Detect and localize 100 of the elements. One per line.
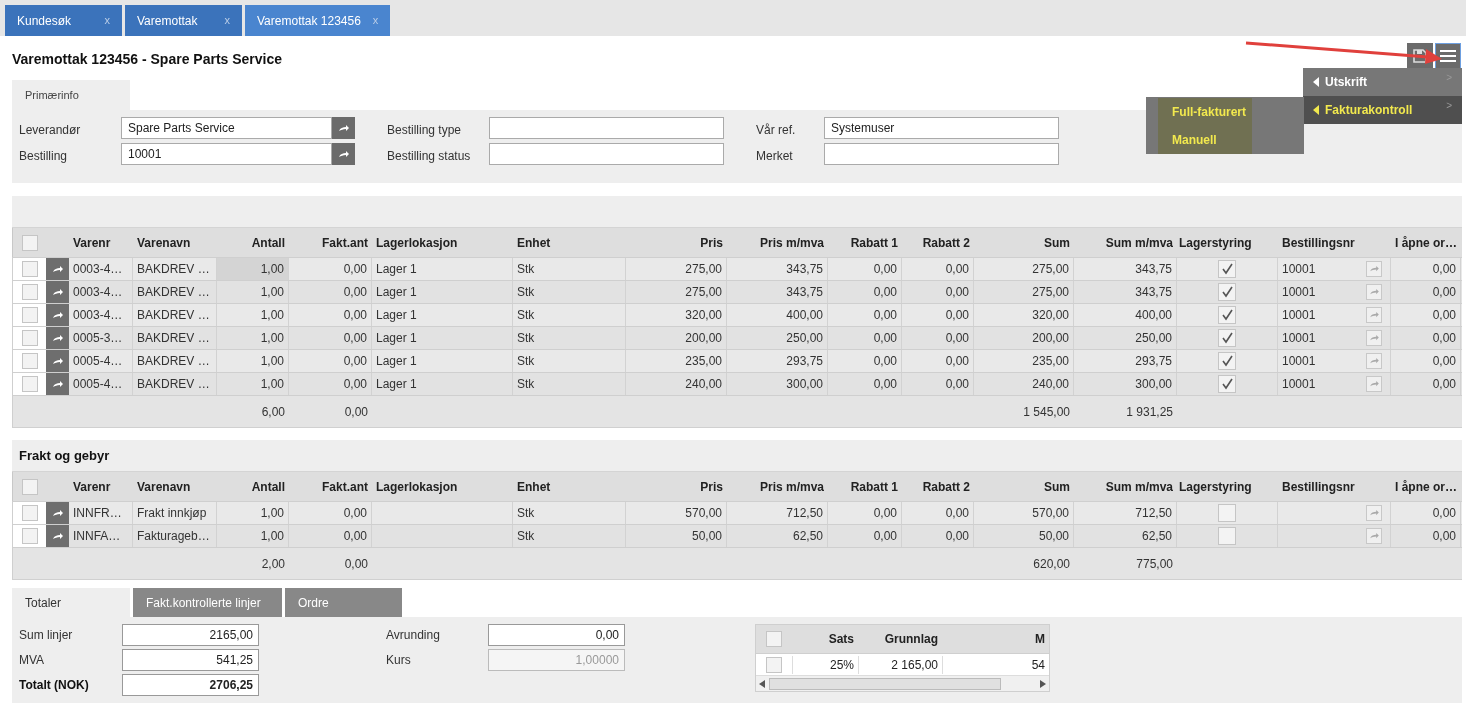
- tab[interactable]: Ordre: [285, 588, 402, 617]
- input-field[interactable]: 0,00: [488, 624, 625, 646]
- checkbox[interactable]: [1218, 329, 1236, 347]
- input-field[interactable]: 10001: [121, 143, 332, 165]
- checkbox[interactable]: [21, 234, 38, 251]
- row-link-button[interactable]: [46, 350, 69, 372]
- checkbox[interactable]: [21, 330, 38, 346]
- row-link-button[interactable]: [46, 373, 69, 395]
- column-header[interactable]: M: [942, 630, 1049, 648]
- table-cell-text: 10001: [1282, 307, 1316, 324]
- column-header[interactable]: Rabatt 2: [902, 233, 974, 252]
- checkbox[interactable]: [1218, 527, 1236, 545]
- table-cell: 1,00: [217, 258, 289, 280]
- checkbox[interactable]: [1218, 504, 1236, 522]
- input-field[interactable]: Systemuser: [824, 117, 1059, 139]
- row-link-button[interactable]: [46, 304, 69, 326]
- menu-item[interactable]: Utskrift >: [1303, 68, 1462, 96]
- tab[interactable]: Varemottak x: [125, 5, 242, 36]
- column-header[interactable]: Varenr: [69, 233, 133, 252]
- column-header[interactable]: Lagerlokasjon: [372, 477, 513, 496]
- row-link-button[interactable]: [46, 281, 69, 303]
- column-header[interactable]: Sum m/mva: [1074, 233, 1177, 252]
- column-header[interactable]: Lagerstyring: [1177, 477, 1278, 496]
- column-header[interactable]: Antall: [217, 477, 289, 496]
- check-icon: [1221, 355, 1233, 367]
- input-field[interactable]: [489, 117, 724, 139]
- column-header[interactable]: Lagerstyring: [1177, 233, 1278, 252]
- total-cell-text: 0,00: [343, 403, 369, 421]
- column-header[interactable]: I åpne or…: [1391, 477, 1461, 496]
- column-header[interactable]: Pris: [626, 233, 727, 252]
- column-header[interactable]: Antall: [217, 233, 289, 252]
- column-header[interactable]: Enhet: [513, 477, 626, 496]
- row-link-button[interactable]: [46, 502, 69, 524]
- triangle-icon: [1313, 105, 1319, 115]
- checkbox[interactable]: [1218, 375, 1236, 393]
- input-field[interactable]: [489, 143, 724, 165]
- tab[interactable]: Fakt.kontrollerte linjer: [133, 588, 282, 617]
- scrollbar[interactable]: [756, 675, 1049, 691]
- menu-item[interactable]: Fakturakontroll >: [1303, 96, 1462, 124]
- checkbox[interactable]: [21, 376, 38, 392]
- total-cell-text: 620,00: [1032, 555, 1071, 573]
- column-header[interactable]: Rabatt 1: [828, 477, 902, 496]
- link-button[interactable]: [332, 143, 355, 165]
- checkbox[interactable]: [21, 478, 38, 495]
- column-header[interactable]: Rabatt 2: [902, 477, 974, 496]
- checkbox[interactable]: [21, 528, 38, 544]
- checkbox[interactable]: [21, 261, 38, 277]
- column-header[interactable]: Grunnlag: [858, 630, 942, 648]
- tab[interactable]: Primærinfo: [12, 80, 130, 110]
- input-field[interactable]: 2706,25: [122, 674, 259, 696]
- column-header[interactable]: Bestillingsnr: [1278, 477, 1391, 496]
- column-header[interactable]: Varenr: [69, 477, 133, 496]
- column-header[interactable]: Pris: [626, 477, 727, 496]
- checkbox[interactable]: [1218, 352, 1236, 370]
- total-cell-text: 1 931,25: [1125, 403, 1174, 421]
- field-label: Kurs: [386, 652, 412, 669]
- column-header[interactable]: Pris m/mva: [727, 233, 828, 252]
- input-field[interactable]: [824, 143, 1059, 165]
- save-icon: [1413, 49, 1427, 63]
- tab[interactable]: Totaler: [12, 588, 130, 617]
- input-field[interactable]: 2165,00: [122, 624, 259, 646]
- column-header[interactable]: Enhet: [513, 233, 626, 252]
- chevron-icon: >: [1446, 70, 1452, 85]
- scroll-thumb[interactable]: [769, 677, 1001, 690]
- row-link-button[interactable]: [46, 327, 69, 349]
- tab[interactable]: Varemottak 123456 x: [245, 5, 391, 36]
- checkbox[interactable]: [766, 631, 782, 647]
- input-field[interactable]: Spare Parts Service: [121, 117, 332, 139]
- checkbox[interactable]: [21, 284, 38, 300]
- column-header[interactable]: I åpne or…: [1391, 233, 1461, 252]
- checkbox[interactable]: [21, 505, 38, 521]
- column-header[interactable]: Fakt.ant: [289, 233, 372, 252]
- column-header[interactable]: Sats: [792, 630, 858, 648]
- column-header[interactable]: Varenavn: [133, 477, 217, 496]
- checkbox[interactable]: [1218, 306, 1236, 324]
- arrow-icon: [338, 150, 349, 158]
- checkbox[interactable]: [766, 656, 782, 673]
- column-header[interactable]: Varenavn: [133, 233, 217, 252]
- check-icon: [1221, 286, 1233, 298]
- column-header[interactable]: Lagerlokasjon: [372, 233, 513, 252]
- tab[interactable]: Kundesøk x: [5, 5, 122, 36]
- row-link-button[interactable]: [46, 258, 69, 280]
- arrow-icon: [1369, 266, 1379, 272]
- column-header[interactable]: Sum m/mva: [1074, 477, 1177, 496]
- checkbox[interactable]: [21, 353, 38, 369]
- column-header[interactable]: Pris m/mva: [727, 477, 828, 496]
- column-header[interactable]: Sum: [974, 233, 1074, 252]
- column-header[interactable]: Rabatt 1: [828, 233, 902, 252]
- column-header[interactable]: Fakt.ant: [289, 477, 372, 496]
- menu-item[interactable]: Full-fakturert: [1158, 98, 1252, 126]
- column-header[interactable]: Sum: [974, 477, 1074, 496]
- menu-icon: [1440, 50, 1456, 62]
- checkbox[interactable]: [1218, 260, 1236, 278]
- link-button[interactable]: [332, 117, 355, 139]
- input-field[interactable]: 541,25: [122, 649, 259, 671]
- checkbox[interactable]: [1218, 283, 1236, 301]
- column-header[interactable]: Bestillingsnr: [1278, 233, 1391, 252]
- menu-item[interactable]: Manuell: [1158, 126, 1252, 154]
- checkbox[interactable]: [21, 307, 38, 323]
- row-link-button[interactable]: [46, 525, 69, 547]
